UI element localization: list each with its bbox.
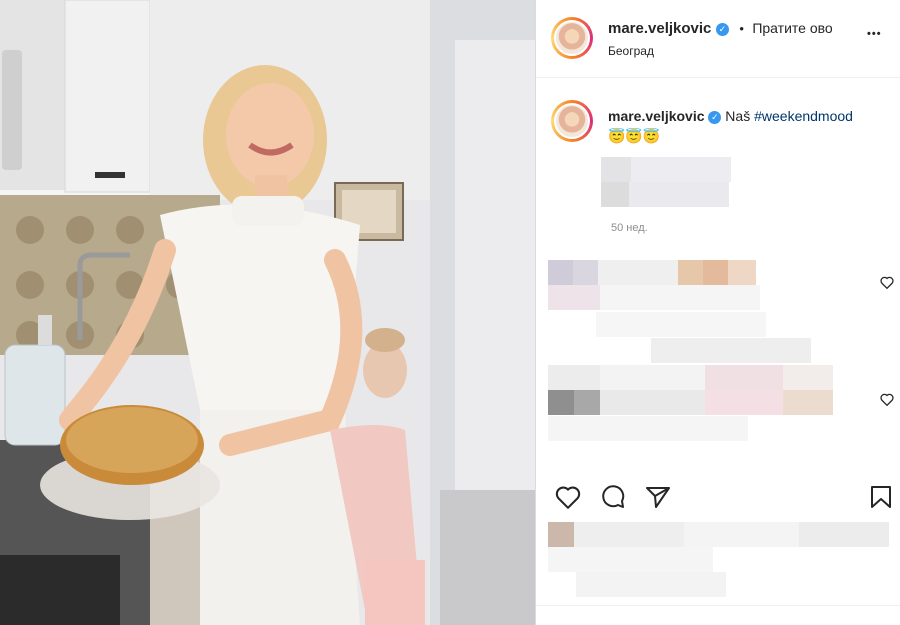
- caption-body: Naš: [725, 108, 751, 124]
- verified-badge-icon: ✓: [715, 23, 729, 36]
- post-action-bar: [536, 478, 900, 518]
- divider: [536, 605, 900, 606]
- caption-hashtag-link[interactable]: #weekendmood: [754, 108, 853, 124]
- post-photo[interactable]: [0, 0, 535, 625]
- post-location[interactable]: Београд: [608, 44, 654, 58]
- caption-emojis: 😇😇😇: [608, 128, 661, 144]
- post-header: mare.veljkovic ✓ • Пратите ово Београд •…: [536, 0, 900, 78]
- post-timestamp[interactable]: 50 нед.: [611, 222, 648, 234]
- caption-text: mare.veljkovic ✓ Naš #weekendmood 😇😇😇: [608, 106, 893, 146]
- comment-like-heart-icon[interactable]: [880, 393, 894, 406]
- more-options-icon[interactable]: •••: [867, 28, 882, 40]
- like-heart-icon[interactable]: [555, 485, 581, 509]
- header-username[interactable]: mare.veljkovic: [608, 20, 711, 37]
- comment-bubble-icon[interactable]: [600, 484, 626, 510]
- header-line: mare.veljkovic ✓ • Пратите ово: [608, 20, 833, 38]
- caption-verified-badge-icon: ✓: [708, 111, 722, 124]
- follow-button[interactable]: Пратите ово: [752, 20, 832, 36]
- post-side-panel: mare.veljkovic ✓ • Пратите ово Београд •…: [535, 0, 900, 625]
- save-bookmark-icon[interactable]: [870, 485, 892, 509]
- caption-author-avatar[interactable]: [551, 100, 593, 142]
- author-avatar[interactable]: [551, 17, 593, 59]
- dot-separator: •: [739, 21, 744, 36]
- caption-username[interactable]: mare.veljkovic: [608, 108, 705, 124]
- post-image: [0, 0, 535, 625]
- comment-like-heart-icon[interactable]: [880, 276, 894, 289]
- share-paper-plane-icon[interactable]: [645, 485, 671, 509]
